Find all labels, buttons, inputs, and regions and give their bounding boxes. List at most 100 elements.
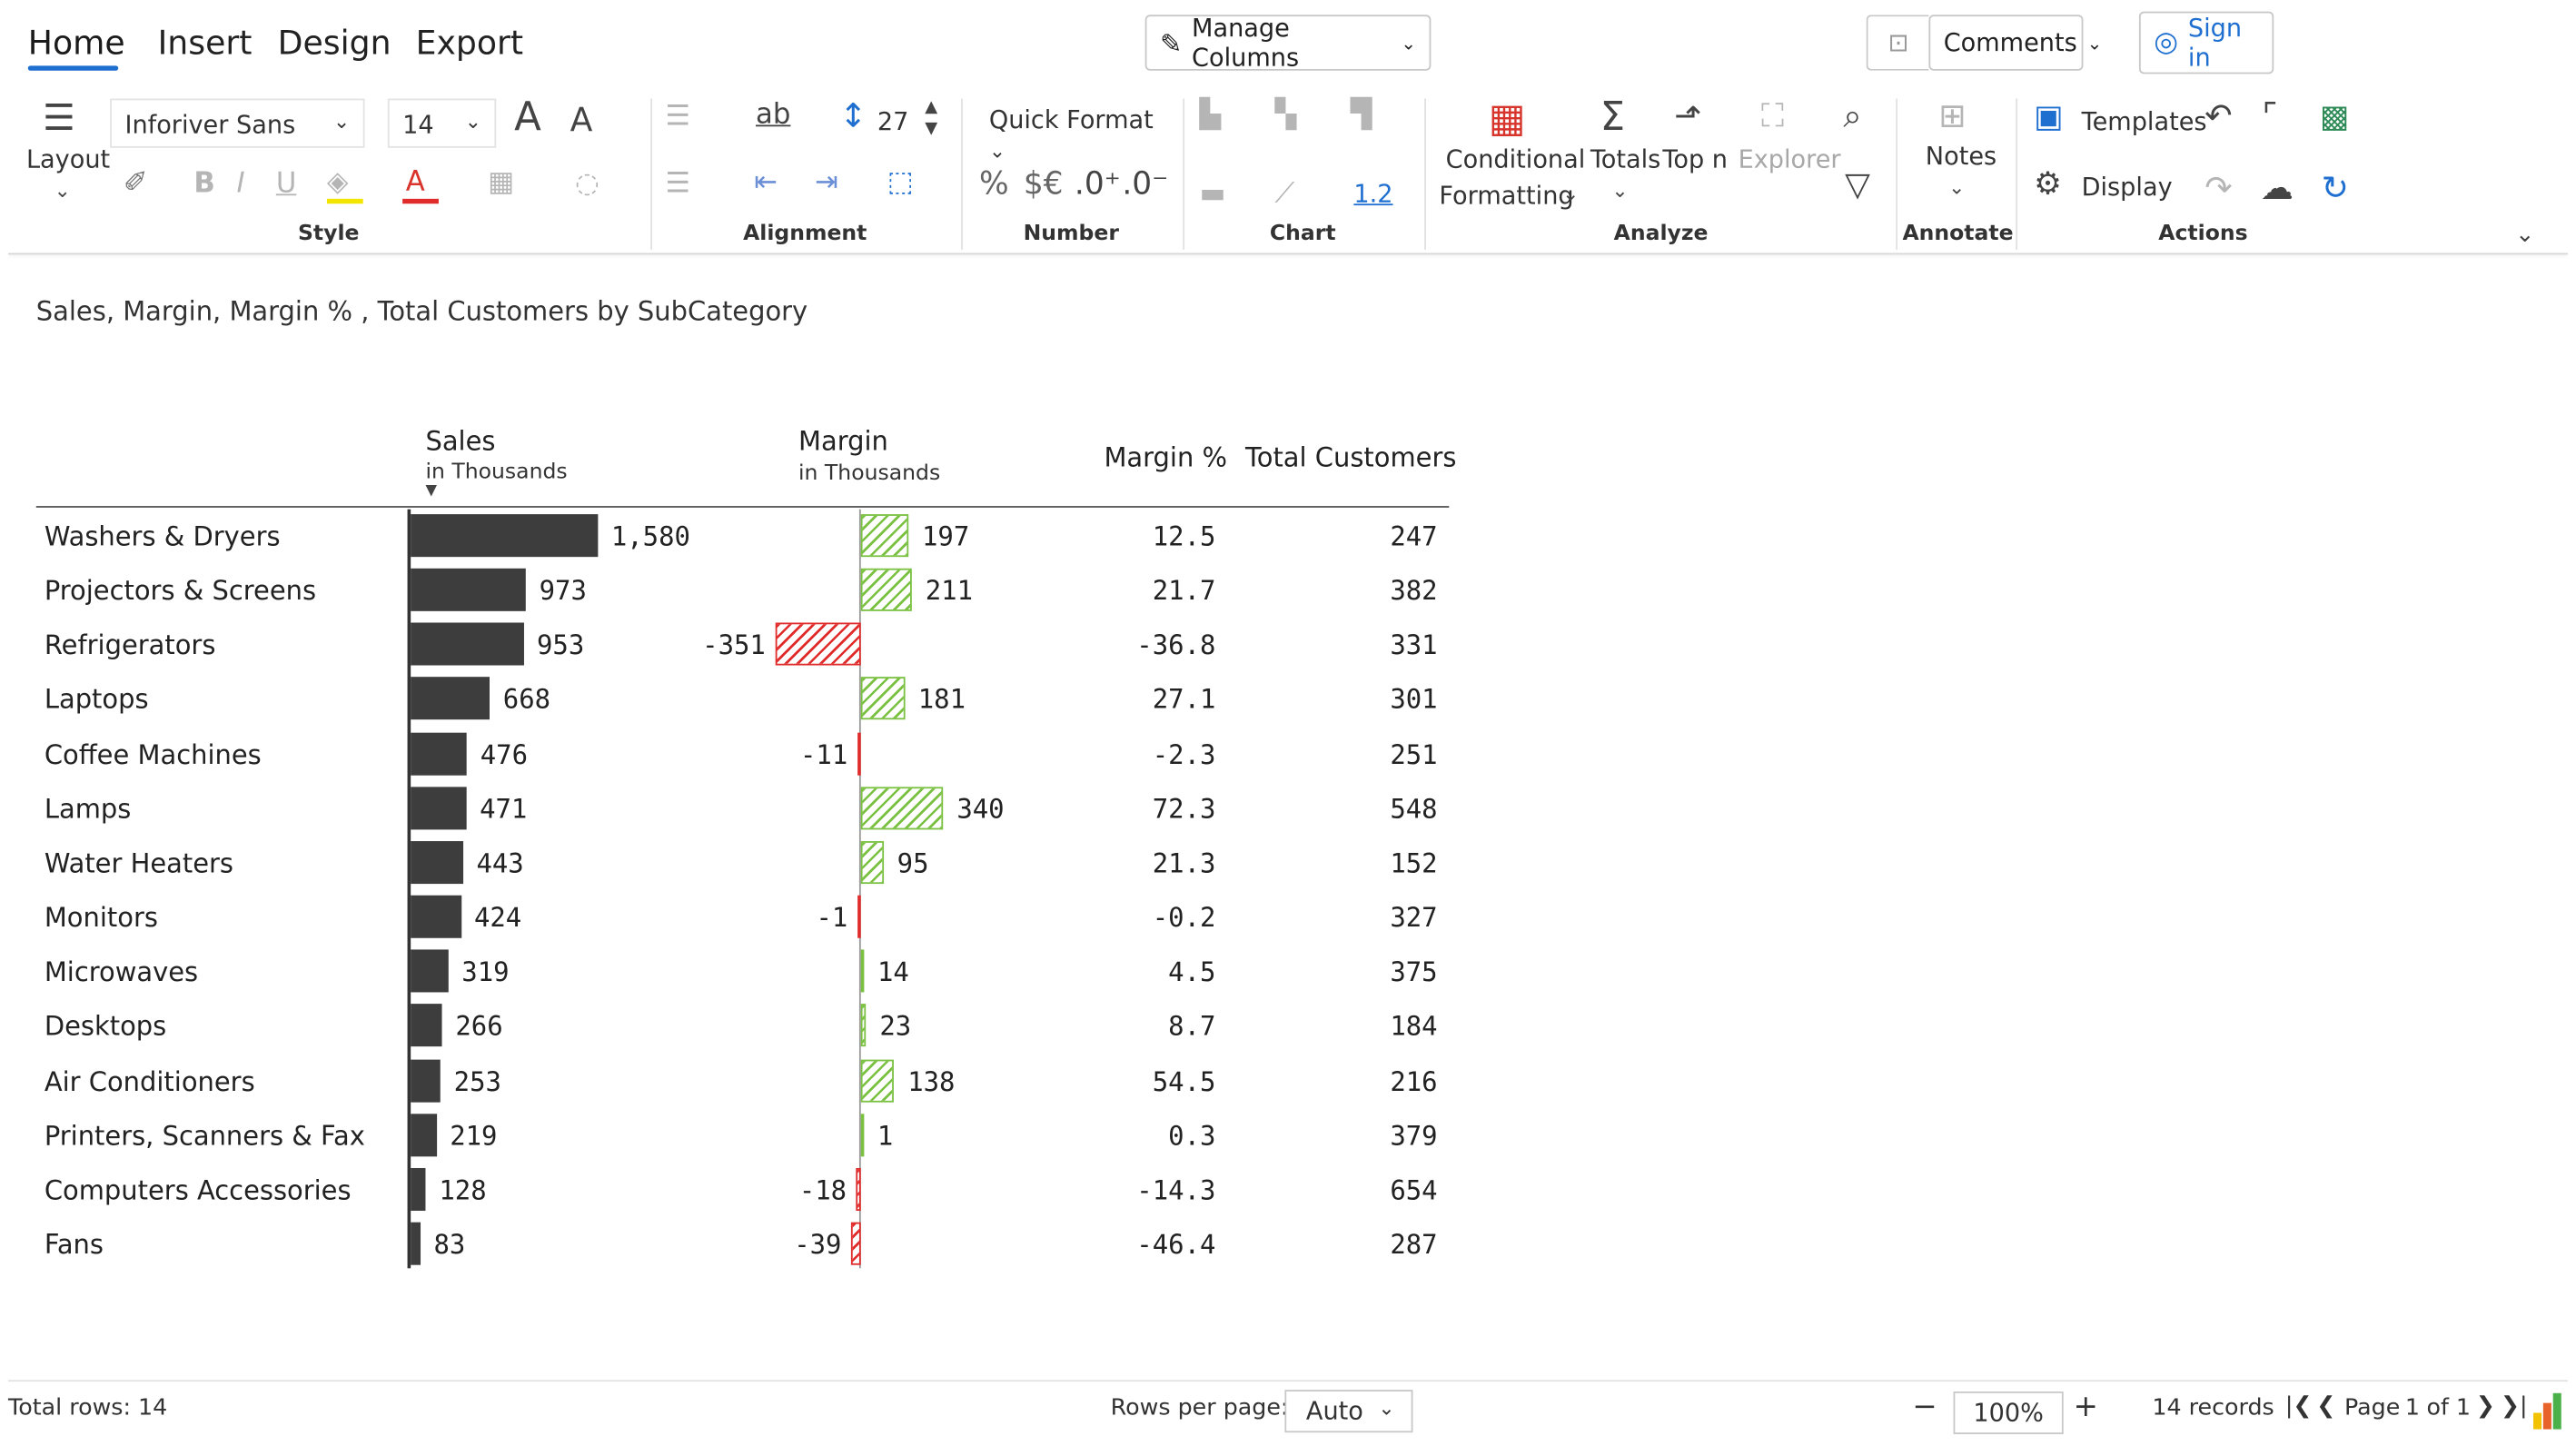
margin-pct-value: -36.8	[1136, 629, 1216, 661]
table-row[interactable]	[36, 950, 1449, 993]
stepper-down-icon[interactable]: ▼	[925, 121, 937, 138]
gear-icon[interactable]: ⚙	[2034, 168, 2062, 200]
hide-icon[interactable]: ◌	[575, 170, 599, 199]
excel-icon[interactable]: ▩	[2320, 101, 2349, 133]
waterfall-icon[interactable]: ▜	[1351, 101, 1372, 130]
indent-increase-icon[interactable]: ⇥	[815, 168, 838, 197]
manage-columns-button[interactable]: ✎ Manage Columns ⌄	[1144, 13, 1432, 73]
conditional-formatting-icon[interactable]: ▦	[1489, 99, 1526, 138]
search-icon[interactable]: ⌕	[1843, 99, 1861, 132]
table-row[interactable]	[36, 841, 1449, 884]
page-current[interactable]: 1	[2405, 1395, 2420, 1421]
top-n-icon[interactable]: ⬏	[1674, 99, 1701, 132]
templates-icon[interactable]: ▣	[2034, 101, 2063, 133]
table-row[interactable]	[36, 678, 1449, 720]
sign-in-button[interactable]: ◎ Sign in	[2138, 11, 2274, 74]
font-size-select[interactable]: 14 ⌄	[387, 98, 497, 148]
notes-icon[interactable]: ⊞	[1938, 99, 1966, 132]
tab-design[interactable]: Design	[278, 23, 391, 62]
increase-font-icon[interactable]: A	[514, 97, 541, 136]
refresh-icon[interactable]: ↻	[2322, 171, 2349, 203]
collapse-ribbon-icon[interactable]: ⌄	[2515, 223, 2534, 246]
chevron-down-icon[interactable]: ⌄	[54, 181, 71, 201]
table-row[interactable]	[36, 1223, 1449, 1265]
header-margin[interactable]: Margin	[798, 425, 888, 456]
header-total-customers[interactable]: Total Customers	[1245, 442, 1456, 473]
zoom-out-button[interactable]: −	[1912, 1390, 1937, 1424]
underline-icon[interactable]: U	[276, 170, 297, 199]
row-height-value[interactable]: 27	[877, 107, 909, 137]
borders-icon[interactable]: ▦	[488, 168, 514, 197]
indent-decrease-icon[interactable]: ⇤	[754, 168, 778, 197]
add-comment-button[interactable]: ⊡	[1866, 15, 1929, 71]
format-painter-icon[interactable]: ✐	[124, 168, 148, 199]
quick-format-dropdown[interactable]: Quick Format ⌄	[976, 94, 1170, 163]
row-height-icon[interactable]: ↕	[839, 99, 867, 132]
font-color-icon[interactable]: A	[406, 168, 425, 197]
font-family-select[interactable]: Inforiver Sans ⌄	[110, 98, 365, 148]
layout-label[interactable]: Layout	[26, 144, 110, 174]
conditional-label[interactable]: Conditional	[1446, 144, 1586, 174]
fill-color-icon[interactable]: ◈	[327, 168, 349, 197]
increase-decimal-icon[interactable]: .0⁺	[1075, 168, 1121, 200]
decrease-font-icon[interactable]: A	[570, 104, 593, 136]
cell-padding-icon[interactable]: ⬚	[887, 168, 914, 197]
totals-label[interactable]: Totals	[1590, 144, 1661, 174]
top-n-label[interactable]: Top n	[1662, 144, 1728, 174]
undo-icon[interactable]: ↶	[2204, 99, 2232, 132]
margin-pct-value: 12.5	[1152, 520, 1216, 552]
chevron-down-icon[interactable]: ⌄	[1948, 177, 1965, 197]
header-margin-pct[interactable]: Margin %	[1104, 442, 1227, 473]
chevron-down-icon[interactable]: ⌄	[1611, 181, 1628, 201]
sort-desc-icon[interactable]: ▼	[425, 484, 437, 500]
notes-label[interactable]: Notes	[1926, 142, 1996, 172]
variance-chart-icon[interactable]: ▚	[1275, 101, 1297, 130]
tab-home[interactable]: Home	[28, 23, 125, 62]
explorer-icon[interactable]: ⛶	[1761, 99, 1784, 132]
align-icon[interactable]: ☰	[666, 103, 691, 132]
rows-per-page-select[interactable]: Auto ⌄	[1284, 1390, 1413, 1433]
tab-insert[interactable]: Insert	[158, 23, 253, 62]
zoom-level-field[interactable]: 100%	[1953, 1391, 2064, 1434]
margin-bar	[860, 786, 944, 829]
decrease-decimal-icon[interactable]: .0⁻	[1122, 168, 1168, 200]
chevron-down-icon[interactable]: ⌄	[1562, 184, 1579, 204]
formatting-label[interactable]: Formatting	[1439, 181, 1573, 211]
explorer-label[interactable]: Explorer	[1739, 144, 1841, 174]
ribbon-separator	[1183, 98, 1185, 250]
redo-icon[interactable]: ↷	[2204, 171, 2232, 203]
customers-value: 287	[1390, 1228, 1438, 1261]
decimal-value[interactable]: 1.2	[1353, 179, 1392, 209]
next-page-icon[interactable]: ❯	[2476, 1393, 2495, 1420]
prev-page-icon[interactable]: ❮	[2316, 1393, 2335, 1420]
filter-icon[interactable]: ▽	[1845, 167, 1870, 200]
table-row[interactable]	[36, 896, 1449, 938]
totals-icon[interactable]: Σ	[1600, 97, 1625, 136]
last-page-icon[interactable]: ❯|	[2501, 1393, 2528, 1420]
comments-dropdown[interactable]: Comments ⌄	[1928, 15, 2102, 71]
ribbon-separator	[1896, 98, 1898, 250]
ruler-icon[interactable]: ⌜	[2263, 99, 2278, 132]
table-row[interactable]	[36, 1005, 1449, 1047]
table-row[interactable]	[36, 787, 1449, 829]
header-sales[interactable]: Sales	[425, 425, 495, 456]
vertical-align-icon[interactable]: ☰	[666, 170, 691, 199]
text-wrap-icon[interactable]: ab	[756, 101, 790, 130]
group-label-chart: Chart	[1269, 222, 1336, 247]
margin-pct-value: -46.4	[1136, 1228, 1216, 1261]
layout-icon[interactable]: ☰	[43, 101, 75, 138]
line-chart-icon[interactable]: ⟋	[1275, 180, 1295, 209]
cloud-upload-icon[interactable]: ☁	[2261, 171, 2294, 203]
stepper-up-icon[interactable]: ▲	[925, 99, 937, 116]
percent-icon[interactable]: %	[979, 168, 1009, 200]
tab-export[interactable]: Export	[416, 23, 523, 62]
zoom-in-button[interactable]: +	[2074, 1390, 2098, 1424]
display-label[interactable]: Display	[2082, 173, 2173, 203]
currency-icon[interactable]: $€	[1024, 168, 1064, 200]
templates-label[interactable]: Templates	[2082, 107, 2207, 137]
column-chart-icon[interactable]: ▬	[1199, 180, 1225, 209]
bar-chart-icon[interactable]: ▙	[1199, 101, 1221, 130]
first-page-icon[interactable]: |❮	[2285, 1393, 2313, 1420]
bold-icon[interactable]: B	[193, 170, 214, 199]
italic-icon[interactable]: I	[236, 170, 244, 199]
